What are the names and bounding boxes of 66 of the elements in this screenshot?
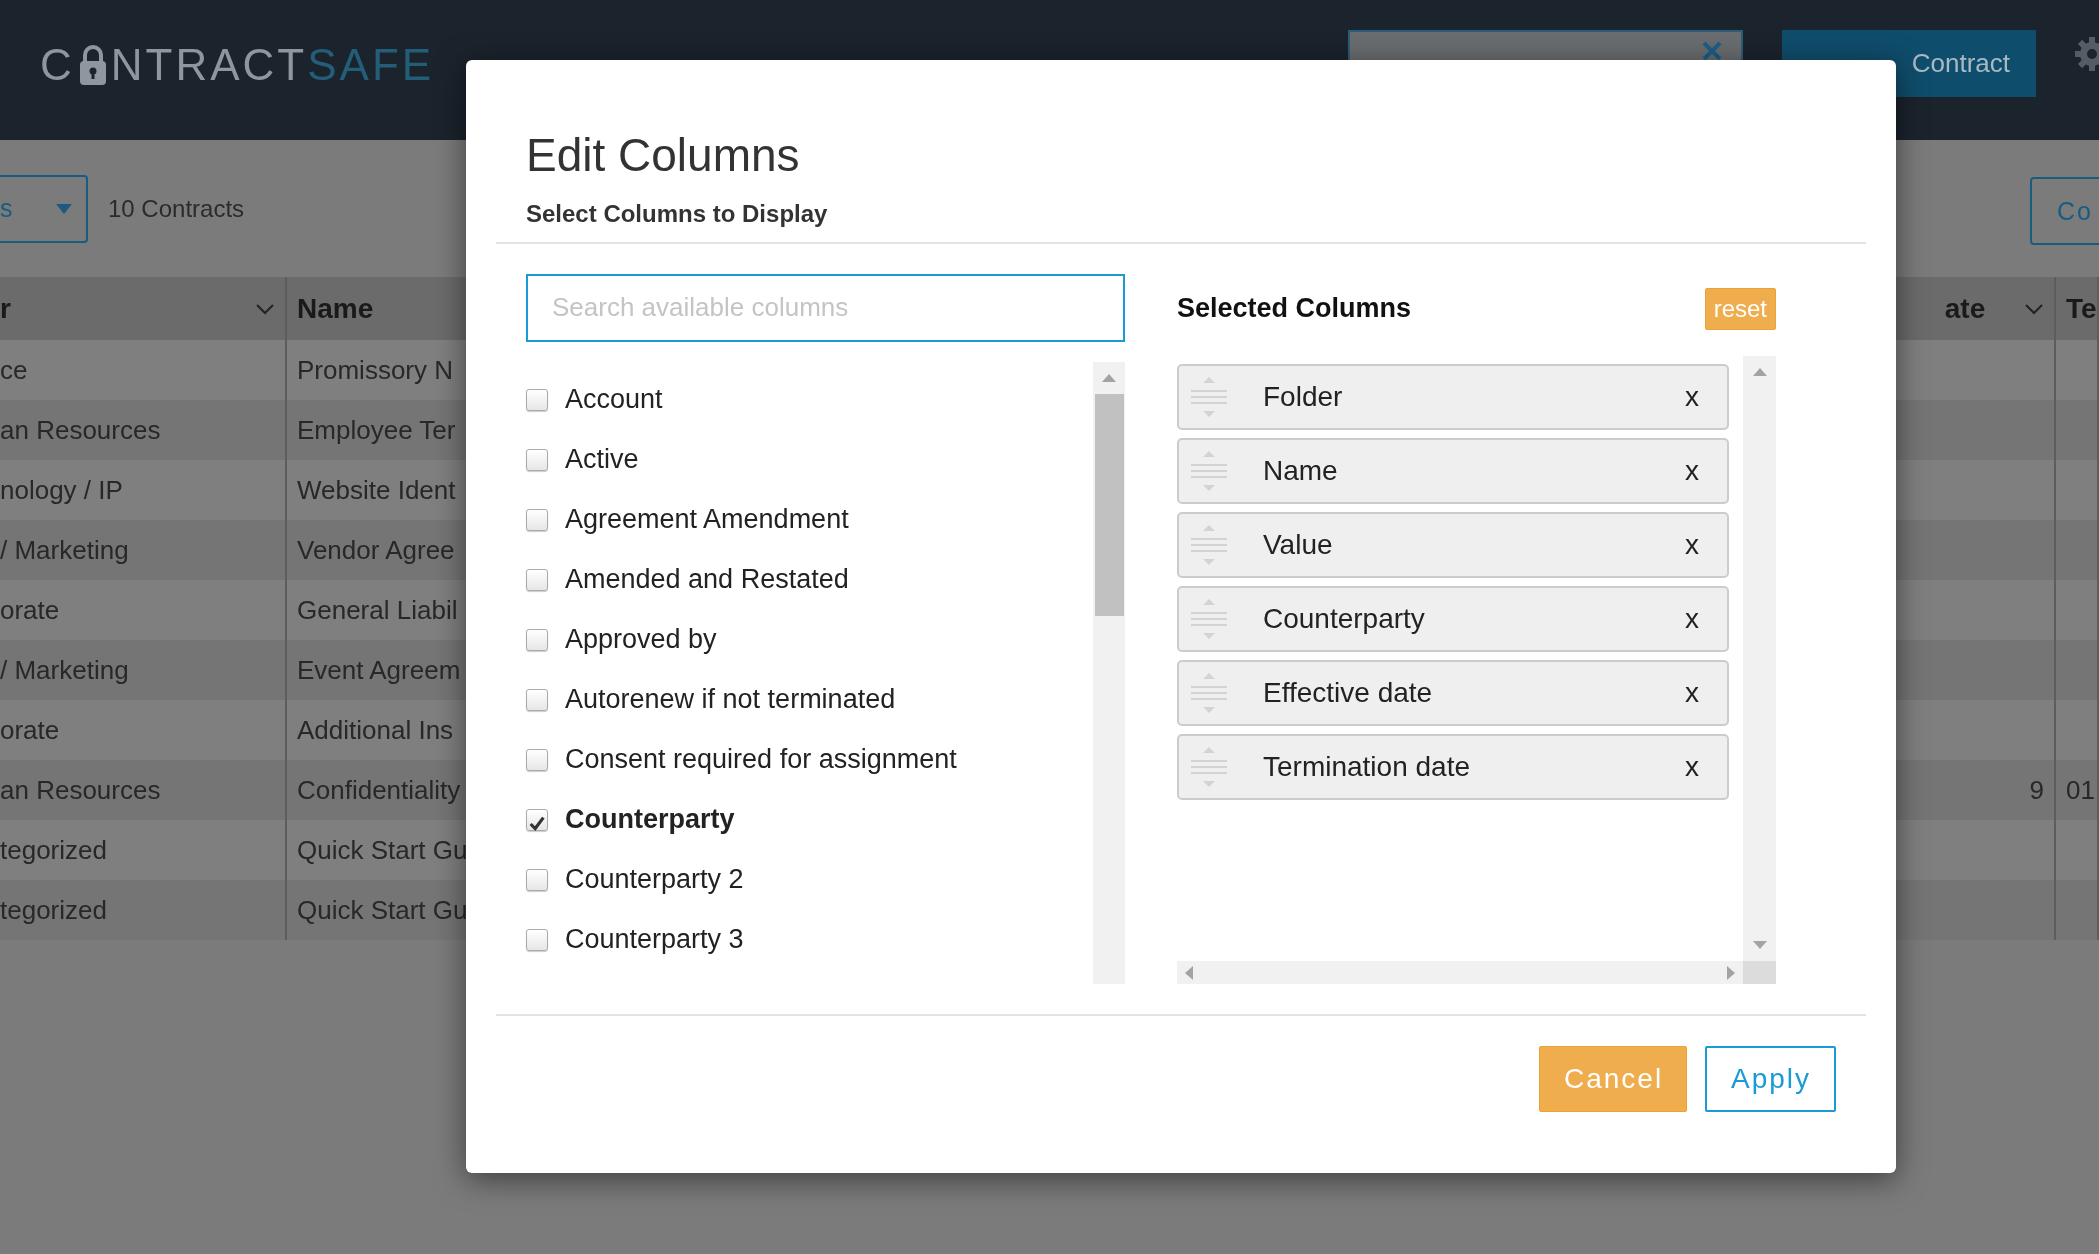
table-cell: orate [0,580,287,640]
table-cell: / Marketing [0,520,287,580]
logo-text: NTRACTSAFE [110,40,435,90]
caret-icon[interactable] [56,203,72,214]
checkbox[interactable] [526,748,548,771]
table-cell: 01 [2056,760,2099,820]
scrollbar-corner [1743,961,1776,984]
selected-column-item[interactable]: Value x [1177,511,1729,578]
selected-column-item[interactable]: Termination date x [1177,733,1729,800]
column-label: Counterparty [1263,602,1426,635]
column-label: Value [1263,528,1334,561]
selected-columns-heading: Selected Columns [1177,293,1412,325]
scroll-up-icon[interactable] [1102,373,1116,382]
table-cell: tegorized [0,880,287,940]
table-cell: / Marketing [0,640,287,700]
checkbox[interactable] [526,568,548,591]
scrollbar[interactable] [1177,961,1743,984]
table-cell: an Resources [0,400,287,460]
table-cell: orate [0,700,287,760]
drag-handle-icon[interactable] [1189,522,1229,567]
scroll-right-icon[interactable] [1727,965,1735,980]
table-cell: ce [0,340,287,400]
table-cell: an Resources [0,760,287,820]
table-cell [2056,580,2099,640]
remove-button[interactable]: x [1685,602,1699,635]
scroll-up-icon[interactable] [1752,367,1767,376]
checkbox[interactable] [526,508,548,531]
drag-handle-icon[interactable] [1189,448,1229,493]
chevron-icon[interactable] [2024,302,2044,315]
drag-handle-icon[interactable] [1189,374,1229,419]
table-cell [2056,700,2099,760]
checkbox[interactable] [526,808,548,831]
close-icon[interactable] [1701,40,1723,62]
drag-handle-icon[interactable] [1189,596,1229,641]
dialog-title: Edit Columns [525,128,801,182]
table-cell [2056,640,2099,700]
table-cell [2056,340,2099,400]
table-cell: nology / IP [0,460,287,520]
dialog-subtitle: Select Columns to Display [496,182,1866,244]
selected-column-item[interactable]: Name x [1177,437,1729,504]
selected-column-item[interactable]: Effective date x [1177,659,1729,726]
scrollbar[interactable] [1093,361,1125,984]
contract-count: 10 Contracts [108,194,245,223]
padlock-icon [77,44,108,86]
table-cell [2056,820,2099,880]
table-cell: tegorized [0,820,287,880]
table-cell [2056,400,2099,460]
chevron-icon[interactable] [255,302,275,315]
checkbox[interactable] [526,448,548,471]
table-cell [2056,460,2099,520]
remove-button[interactable]: x [1685,528,1699,561]
selected-column-item[interactable]: Counterparty x [1177,585,1729,652]
checkbox[interactable] [526,928,548,951]
checkbox[interactable] [526,688,548,711]
selected-column-item[interactable]: Folder x [1177,363,1729,430]
drag-handle-icon[interactable] [1189,670,1229,715]
checkbox[interactable] [526,868,548,891]
drag-handle-icon[interactable] [1189,744,1229,789]
checkbox[interactable] [526,628,548,651]
table-cell [2056,520,2099,580]
scroll-left-icon[interactable] [1185,965,1193,980]
checkbox[interactable] [526,388,548,411]
search-field[interactable]: Search available columns [526,274,1125,342]
table-cell: 9 [1896,760,2056,820]
logo-text: C [40,40,75,90]
scrollbar[interactable] [1743,355,1776,961]
